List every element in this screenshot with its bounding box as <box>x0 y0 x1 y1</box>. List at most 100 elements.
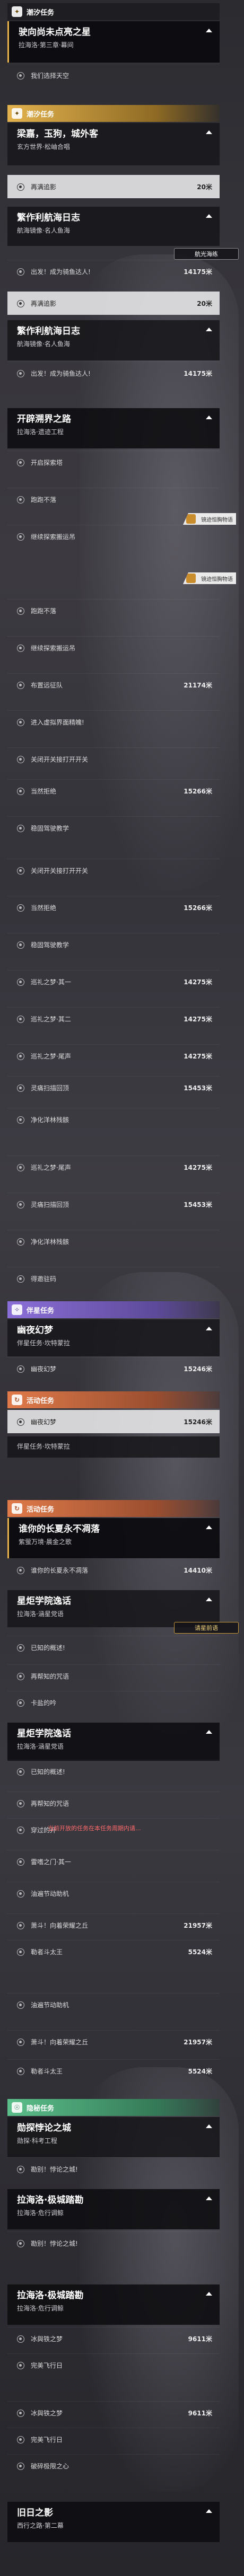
collapse-icon[interactable] <box>206 416 212 419</box>
quest-item[interactable]: 拉海洛·极城踏勘 拉海洛·危行调鲸 <box>7 2189 220 2229</box>
collapse-icon[interactable] <box>206 1327 212 1330</box>
objective-row[interactable]: 谁你的长夏永不凋落 14410米 <box>7 1558 220 1582</box>
objective-radio-icon <box>17 904 24 912</box>
objective-row[interactable]: 勒者斗太王 5524米 <box>7 1940 220 1963</box>
objective-row[interactable]: 巡礼之梦·尾声 14275米 <box>7 1044 220 1068</box>
objective-row[interactable]: 勘别！悖论之城! <box>7 2157 220 2181</box>
objective-row[interactable]: 稳固驾驶教学 <box>7 816 220 840</box>
collapse-icon[interactable] <box>206 1598 212 1601</box>
quest-item[interactable]: 谁你的长夏永不凋落 紫萤万境·晨金之歌 <box>7 1518 220 1558</box>
objective-row[interactable]: 已知的概述! <box>7 1760 220 1783</box>
objective-row[interactable]: 开启探索塔 <box>7 451 220 474</box>
objective-row[interactable]: 再帮知的咒语 <box>7 1664 220 1688</box>
quest-item[interactable]: 梁嘉，玉狗，城外客 玄方世界·松岫合唱 <box>7 123 220 165</box>
objective-row[interactable]: 萧斗！向着荣耀之丘 21957米 <box>7 1913 220 1937</box>
collapse-icon[interactable] <box>206 328 212 331</box>
quest-item[interactable]: 繁作利航海日志 航海镜像·名人鱼海 <box>7 320 220 360</box>
category-header-companion[interactable]: ✧ 伴星任务 <box>7 1301 220 1318</box>
event-icon: ↻ <box>12 1503 22 1514</box>
objective-row[interactable]: 雷嗜之门·其一 <box>7 1850 220 1873</box>
objective-row[interactable]: 当然拒绝 15266米 <box>7 896 220 919</box>
objective-row[interactable]: 净化洋林残骸 <box>7 1230 220 1253</box>
objective-row[interactable]: 得邀驻码 <box>7 1267 220 1290</box>
category-header-event[interactable]: ↻ 活动任务 <box>7 1500 220 1517</box>
quest-item[interactable]: 拉海洛·极城踏勘 拉海洛·危行调鲸 <box>7 2284 220 2325</box>
objective-text: 灵痛扫描回顶 <box>31 1084 69 1092</box>
collapse-icon[interactable] <box>206 1730 212 1734</box>
objective-radio-icon <box>17 2067 24 2075</box>
objective-row[interactable]: 出发！成为骑鱼达人! 14175米 <box>7 260 220 283</box>
objective-radio-icon <box>17 2165 24 2173</box>
quest-subtitle: 勋探·科考工程 <box>17 2137 57 2145</box>
category-header-event[interactable]: ↻ 活动任务 <box>7 1391 220 1408</box>
collapse-icon[interactable] <box>206 1525 212 1529</box>
scene-badge[interactable]: 镜迹恒胸物语 <box>183 572 236 584</box>
objective-row[interactable]: 巡礼之梦·其一 14275米 <box>7 970 220 993</box>
quest-item[interactable]: 勋探悖论之城 勋探·科考工程 <box>7 2117 220 2157</box>
objective-row[interactable]: 冰與铁之梦 9611米 <box>7 2401 220 2424</box>
objective-row[interactable]: 布置远征队 21174米 <box>7 673 220 696</box>
objective-row[interactable]: 勒者斗太王 5524米 <box>7 2059 220 2083</box>
objective-row[interactable]: 稳固驾驶教学 <box>7 933 220 956</box>
objective-row[interactable]: 萧斗！向着荣耀之丘 21957米 <box>7 2030 220 2053</box>
objective-row[interactable]: 跑跑不落 <box>7 599 220 622</box>
objective-text: 当然拒绝 <box>31 904 57 912</box>
quest-name: 旧日之影 <box>17 2508 53 2518</box>
track-button[interactable]: 请星前语 <box>174 1622 239 1634</box>
quest-item[interactable]: 驶向尚未点亮之星 拉海洛·第三章·幕间 <box>7 21 220 63</box>
objective-row-selected[interactable]: 再满追影 20米 <box>7 292 220 315</box>
objective-row[interactable]: 幽夜幻梦 15246米 <box>7 1357 220 1380</box>
objective-row[interactable]: 关闭开关接打开开关 <box>7 859 220 882</box>
objective-row[interactable]: 进入虚拟界面精魄! <box>7 710 220 734</box>
objective-radio-icon <box>17 1084 24 1092</box>
objective-row[interactable]: 油遍节动助机 <box>7 1882 220 1905</box>
track-button[interactable]: 航光海练 <box>174 248 239 260</box>
collapse-icon[interactable] <box>206 214 212 218</box>
objective-row-selected[interactable]: 幽夜幻梦 15246米 <box>7 1410 220 1433</box>
objective-row[interactable]: 灵痛扫描回顶 15453米 <box>7 1193 220 1216</box>
quest-item[interactable]: 星炬学院逸话 拉海洛·涵星党语 <box>7 1723 220 1761</box>
quest-item[interactable]: 繁作利航海日志 航海镜像·名人鱼海 <box>7 207 220 246</box>
objective-row[interactable]: 灵痛扫描回顶 15453米 <box>7 1076 220 1099</box>
objective-row[interactable]: 破碎极限之心 <box>7 2454 220 2477</box>
objective-row[interactable]: 油遍节动助机 <box>7 1993 220 2016</box>
objective-row[interactable]: 净化洋林残骸 <box>7 1108 220 1131</box>
objective-row[interactable]: 出发！成为骑鱼达人! 14175米 <box>7 361 220 385</box>
objective-row-selected[interactable]: 再满追影 20米 <box>7 175 220 198</box>
objective-text: 再满追影 <box>31 183 57 191</box>
objective-row[interactable]: 当然拒绝 15266米 <box>7 779 220 802</box>
category-header-tide[interactable]: ✦ 潮汐任务 <box>7 105 220 122</box>
objective-row[interactable]: 再帮知的咒语 <box>7 1792 220 1815</box>
category-header-tide[interactable]: ✦ 潮汐任务 <box>7 3 220 20</box>
collapse-icon[interactable] <box>206 2509 212 2513</box>
category-title: 活动任务 <box>27 1505 55 1514</box>
quest-item[interactable]: 开辟溯界之路 拉海洛·遗迹工程 <box>7 408 220 448</box>
objective-row[interactable]: 冰與铁之梦 9611米 <box>7 2327 220 2350</box>
objective-row[interactable]: 关闭开关接打开开关 <box>7 747 220 771</box>
objective-distance: 15453米 <box>184 1084 212 1092</box>
objective-row[interactable]: 巡礼之梦·其二 14275米 <box>7 1007 220 1030</box>
objective-row[interactable]: 跑跑不落 <box>7 488 220 511</box>
quest-item[interactable]: 幽夜幻梦 伴星任务·坎特蒙拉 <box>7 1319 220 1356</box>
collapse-icon[interactable] <box>206 2124 212 2128</box>
collapse-icon[interactable] <box>206 2292 212 2296</box>
collapse-icon[interactable] <box>206 2196 212 2200</box>
category-header-hidden[interactable]: ☉ 隐秘任务 <box>7 2099 220 2116</box>
objective-row[interactable]: 卡盐的吟 <box>7 1691 220 1714</box>
scene-badge[interactable]: 镜迹恒胸物语 <box>183 513 236 525</box>
objective-row[interactable]: 完美飞行日 <box>7 2428 220 2451</box>
collapse-icon[interactable] <box>206 29 212 32</box>
objective-row[interactable]: 巡礼之梦·尾声 14275米 <box>7 1155 220 1179</box>
quest-item[interactable]: 旧日之影 西行之路·第二幕 <box>7 2502 220 2542</box>
objective-row[interactable]: 继续探索搬运吊 <box>7 636 220 659</box>
objective-text: 完美飞行日 <box>31 2362 63 2369</box>
objective-row[interactable]: 完美飞行日 <box>7 2353 220 2377</box>
collapse-icon[interactable] <box>206 130 212 134</box>
objective-row[interactable]: 继续探索搬运吊 <box>7 525 220 548</box>
objective-row[interactable]: 勘别！悖论之城! <box>7 2231 220 2255</box>
objective-radio-icon <box>17 1163 24 1171</box>
objective-radio-icon <box>17 1948 24 1956</box>
objective-row[interactable]: 已知的概述! <box>7 1636 220 1659</box>
quest-item[interactable]: 伴星任务·坎特蒙拉 <box>7 1436 220 1458</box>
objective-row[interactable]: 我们选择天空 <box>7 64 220 87</box>
